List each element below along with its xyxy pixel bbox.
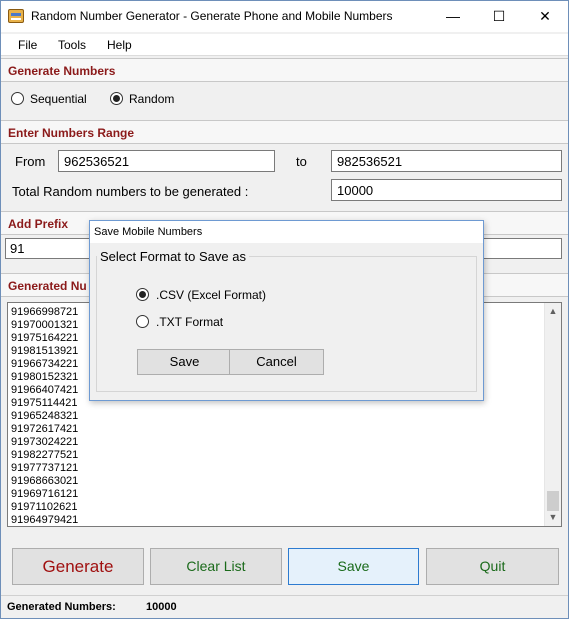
txt-label[interactable]: .TXT Format — [156, 315, 223, 329]
clear-list-button[interactable]: Clear List — [150, 548, 282, 585]
from-label: From — [15, 154, 46, 169]
scroll-thumb[interactable] — [547, 491, 559, 511]
menu-file[interactable]: File — [18, 38, 37, 52]
save-dialog: Save Mobile Numbers Select Format to Sav… — [89, 220, 484, 401]
generate-button[interactable]: Generate — [12, 548, 144, 585]
total-input[interactable]: 10000 — [331, 179, 562, 201]
status-label: Generated Numbers: — [7, 601, 116, 613]
title-bar[interactable]: Random Number Generator - Generate Phone… — [1, 1, 568, 32]
list-item[interactable]: 91968663021 — [11, 475, 78, 488]
list-item[interactable]: 91970001321 — [11, 319, 78, 332]
from-input[interactable]: 962536521 — [58, 150, 275, 172]
total-label: Total Random numbers to be generated : — [12, 184, 249, 199]
scroll-down-icon[interactable]: ▼ — [545, 509, 561, 526]
dialog-save-button[interactable]: Save — [137, 349, 232, 375]
list-item[interactable]: 91982277521 — [11, 449, 78, 462]
dialog-title-bar[interactable]: Save Mobile Numbers — [90, 221, 483, 243]
status-value: 10000 — [146, 601, 177, 613]
csv-radio[interactable] — [136, 288, 149, 301]
list-item[interactable]: 91964979421 — [11, 514, 78, 526]
menu-tools[interactable]: Tools — [58, 38, 86, 52]
scroll-up-icon[interactable]: ▲ — [545, 303, 561, 320]
dialog-cancel-button[interactable]: Cancel — [229, 349, 324, 375]
list-item[interactable]: 91966998721 — [11, 306, 78, 319]
list-item[interactable]: 91981513921 — [11, 345, 78, 358]
to-input[interactable]: 982536521 — [331, 150, 562, 172]
numbers-range-header: Enter Numbers Range — [1, 120, 568, 144]
app-icon — [8, 9, 24, 23]
format-group-label: Select Format to Save as — [97, 249, 249, 264]
section-title: Generated Nu — [8, 279, 87, 293]
list-item[interactable]: 91977737121 — [11, 462, 78, 475]
save-button[interactable]: Save — [288, 548, 419, 585]
minimize-button[interactable]: — — [430, 1, 476, 32]
section-title: Add Prefix — [8, 217, 69, 231]
section-title: Generate Numbers — [8, 64, 116, 78]
list-item[interactable]: 91973024221 — [11, 436, 78, 449]
list-item[interactable]: 91975164221 — [11, 332, 78, 345]
to-label: to — [296, 154, 307, 169]
main-window: Random Number Generator - Generate Phone… — [0, 0, 569, 619]
sequential-label[interactable]: Sequential — [30, 92, 87, 106]
list-item[interactable]: 91975114421 — [11, 397, 78, 410]
menu-help[interactable]: Help — [107, 38, 132, 52]
section-title: Enter Numbers Range — [8, 126, 135, 140]
random-label[interactable]: Random — [129, 92, 174, 106]
maximize-button[interactable]: ☐ — [476, 1, 522, 32]
sequential-radio[interactable] — [11, 92, 24, 105]
status-bar: Generated Numbers: 10000 — [1, 595, 568, 618]
txt-radio[interactable] — [136, 315, 149, 328]
number-lines: 91966998721 91970001321 91975164221 9198151… — [11, 306, 78, 526]
list-item[interactable]: 91971102621 — [11, 501, 78, 514]
list-item[interactable]: 91972617421 — [11, 423, 78, 436]
list-item[interactable]: 91966407421 — [11, 384, 78, 397]
random-radio[interactable] — [110, 92, 123, 105]
list-item[interactable]: 91965248321 — [11, 410, 78, 423]
window-title: Random Number Generator - Generate Phone… — [31, 9, 393, 23]
menu-bar: File Tools Help — [1, 34, 568, 56]
quit-button[interactable]: Quit — [426, 548, 559, 585]
dialog-title: Save Mobile Numbers — [94, 226, 203, 238]
list-item[interactable]: 91966734221 — [11, 358, 78, 371]
csv-label[interactable]: .CSV (Excel Format) — [156, 288, 266, 302]
list-item[interactable]: 91969716121 — [11, 488, 78, 501]
list-scrollbar[interactable]: ▲ ▼ — [544, 303, 561, 526]
close-button[interactable]: ✕ — [522, 1, 568, 32]
list-item[interactable]: 91980152321 — [11, 371, 78, 384]
generate-numbers-header: Generate Numbers — [1, 58, 568, 82]
